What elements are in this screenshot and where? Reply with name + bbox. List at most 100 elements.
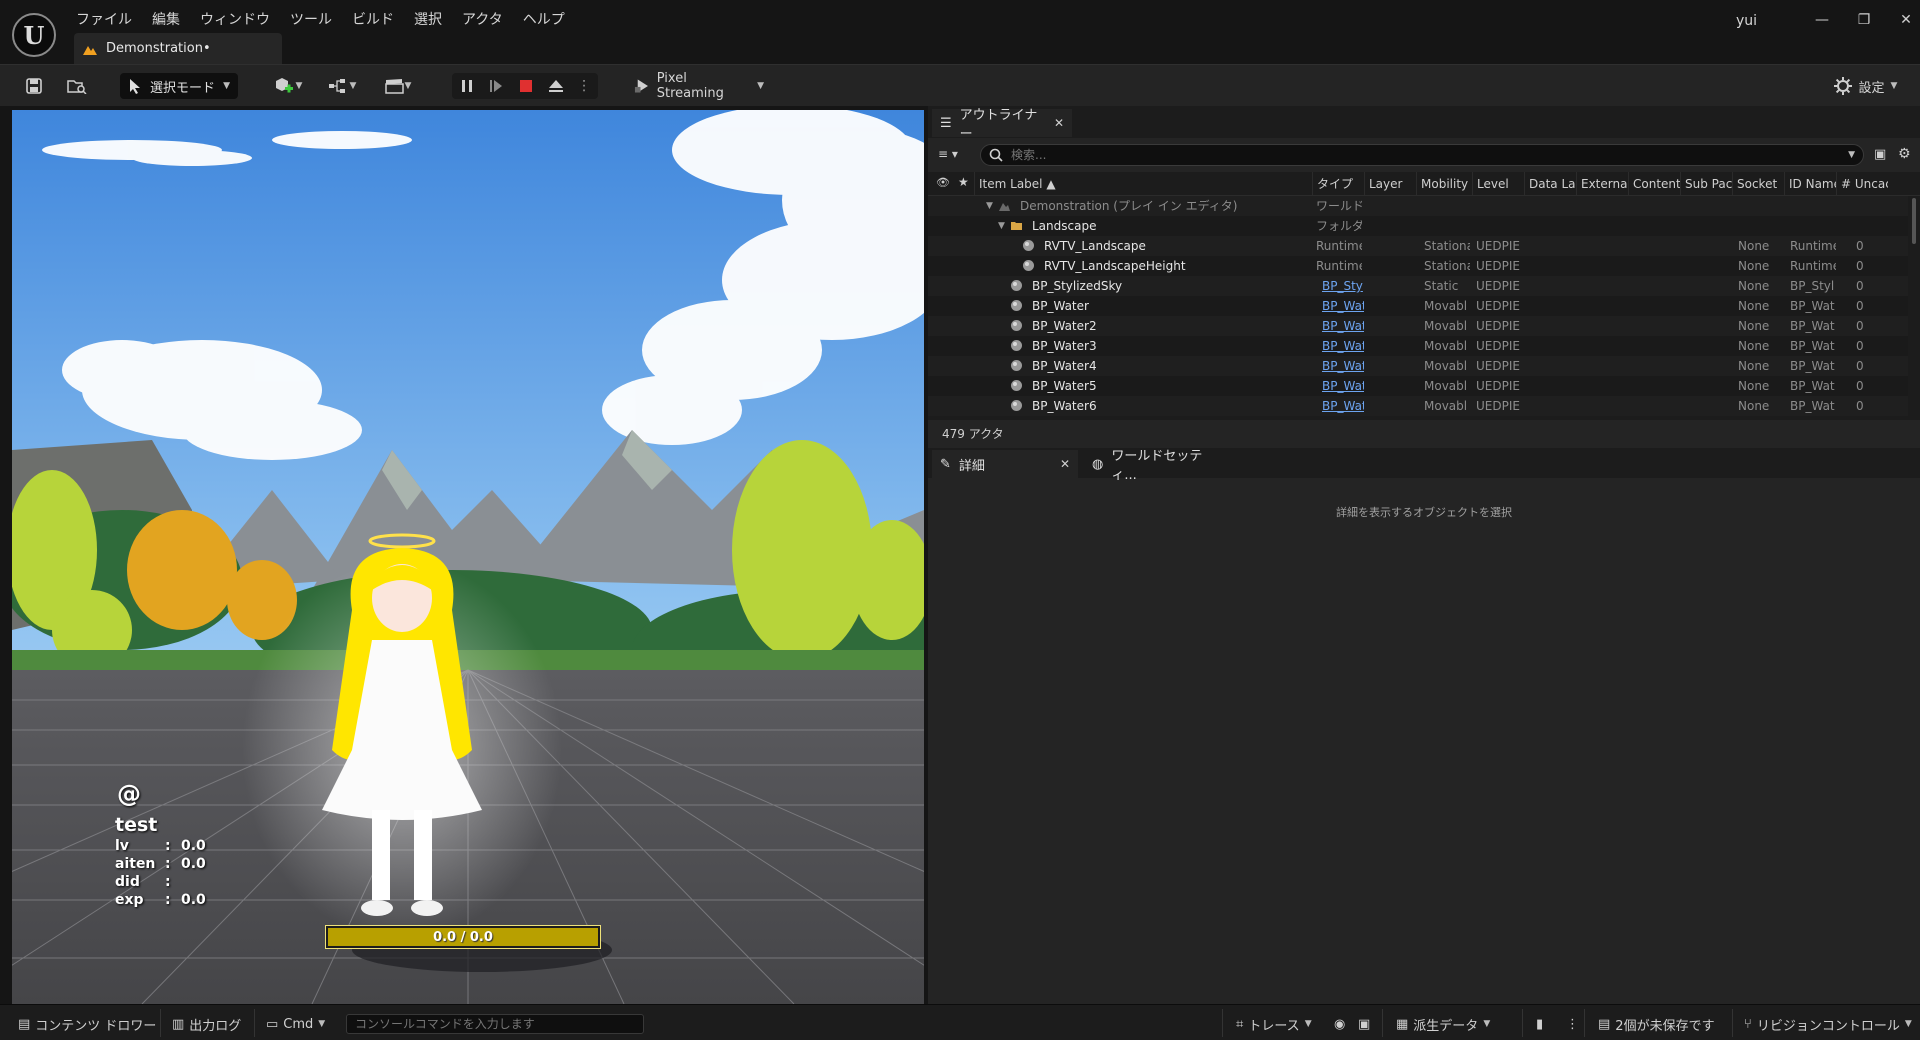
- column-layer[interactable]: Layer: [1364, 172, 1416, 196]
- level-viewport[interactable]: @ test lv : 0.0 aiten : 0.0 did : exp : …: [12, 110, 924, 1004]
- more-options-icon[interactable]: ⋮: [1566, 1013, 1579, 1035]
- outliner-row[interactable]: ▼ Demonstration (プレイ イン エディタ) ワールド: [928, 196, 1908, 216]
- close-button[interactable]: ✕: [1892, 8, 1920, 32]
- column-socket[interactable]: Socket: [1732, 172, 1784, 196]
- add-folder-icon[interactable]: ▣: [1874, 147, 1886, 162]
- cmd-dropdown[interactable]: ▭ Cmd ▼: [266, 1013, 325, 1035]
- outliner-search-input[interactable]: [1011, 148, 1831, 162]
- trace-dropdown[interactable]: ⌗ トレース ▼: [1236, 1013, 1312, 1035]
- column-uncached[interactable]: # Uncac: [1836, 172, 1888, 196]
- row-uncached: 0: [1856, 379, 1864, 393]
- record-icon[interactable]: ◉: [1334, 1013, 1345, 1035]
- unreal-logo-icon[interactable]: U: [12, 13, 56, 57]
- add-actor-button[interactable]: ▼: [268, 73, 308, 99]
- outliner-row[interactable]: RVTV_Landscape Runtime Stationa UEDPIE N…: [928, 236, 1908, 256]
- close-icon[interactable]: ✕: [1054, 116, 1064, 130]
- revision-control-dropdown[interactable]: ⑂ リビジョンコントロール ▼: [1744, 1013, 1912, 1035]
- content-drawer-button[interactable]: ▤ コンテンツ ドロワー: [18, 1013, 156, 1035]
- menu-file[interactable]: ファイル: [66, 9, 142, 31]
- details-tab[interactable]: ✎ 詳細 ✕: [932, 450, 1078, 478]
- row-type-link[interactable]: BP_Wat: [1322, 356, 1364, 376]
- hud-key: lv: [115, 838, 129, 854]
- blueprint-button[interactable]: ▼: [322, 73, 362, 99]
- tree-expand-icon[interactable]: ▼: [986, 196, 993, 216]
- screenshot-icon[interactable]: ▣: [1358, 1013, 1370, 1035]
- outliner-row[interactable]: BP_Water2 BP_Wat Movabl UEDPIE None BP_W…: [928, 316, 1908, 336]
- browse-button[interactable]: [64, 73, 90, 99]
- output-log-button[interactable]: ▥ 出力ログ: [172, 1013, 241, 1035]
- menu-help[interactable]: ヘルプ: [513, 9, 575, 31]
- row-type-link[interactable]: BP_Wat: [1322, 336, 1364, 356]
- outliner-tab[interactable]: ☰ アウトライナー ✕: [932, 108, 1072, 142]
- menu-select[interactable]: 選択: [404, 9, 452, 31]
- outliner-scrollbar[interactable]: [1912, 198, 1916, 244]
- outliner-settings-icon[interactable]: ⚙: [1898, 146, 1911, 162]
- menu-edit[interactable]: 編集: [142, 9, 190, 31]
- unsaved-icon: ▤: [1598, 1016, 1611, 1032]
- menu-window[interactable]: ウィンドウ: [190, 9, 280, 31]
- document-tab[interactable]: Demonstration•: [74, 33, 282, 64]
- title-bar: U ファイル 編集 ウィンドウ ツール ビルド 選択 アクタ ヘルプ Demon…: [0, 0, 1920, 64]
- chevron-down-icon[interactable]: ▼: [1848, 150, 1855, 160]
- row-type-link[interactable]: BP_Wat: [1322, 316, 1364, 336]
- pixel-streaming-dropdown[interactable]: Pixel Streaming ▼: [634, 71, 764, 101]
- chevron-down-icon: ▼: [757, 81, 764, 91]
- row-type-link[interactable]: BP_Sty: [1322, 276, 1364, 296]
- row-mobility: Movabl: [1424, 379, 1468, 393]
- frame-skip-icon[interactable]: [488, 78, 504, 94]
- column-item-label[interactable]: Item Label ▲: [974, 172, 1240, 196]
- column-external[interactable]: External: [1576, 172, 1628, 196]
- folder-search-icon: [67, 80, 87, 94]
- save-button[interactable]: [22, 73, 46, 99]
- row-type-link[interactable]: BP_Wat: [1322, 376, 1364, 396]
- row-type-link[interactable]: BP_Wat: [1322, 296, 1364, 316]
- stats-icon[interactable]: ▮: [1536, 1013, 1543, 1035]
- world-settings-tab[interactable]: ◍ ワールドセッティ...: [1084, 449, 1214, 483]
- outliner-row[interactable]: BP_Water4 BP_Wat Movabl UEDPIE None BP_W…: [928, 356, 1908, 376]
- visibility-eye-icon[interactable]: 👁: [936, 176, 950, 189]
- menu-build[interactable]: ビルド: [342, 9, 404, 31]
- derived-data-dropdown[interactable]: ▦ 派生データ ▼: [1396, 1013, 1490, 1035]
- outliner-row[interactable]: BP_Water3 BP_Wat Movabl UEDPIE None BP_W…: [928, 336, 1908, 356]
- minimize-button[interactable]: —: [1808, 8, 1836, 32]
- chevron-down-icon: ▼: [1904, 1019, 1912, 1029]
- column-level[interactable]: Level: [1472, 172, 1524, 196]
- row-type-link[interactable]: BP_Wat: [1322, 396, 1364, 416]
- column-content[interactable]: Content: [1628, 172, 1680, 196]
- mode-select-dropdown[interactable]: 選択モード ▼: [120, 73, 238, 99]
- outliner-row[interactable]: BP_Water5 BP_Wat Movabl UEDPIE None BP_W…: [928, 376, 1908, 396]
- column-sub-package[interactable]: Sub Pac: [1680, 172, 1732, 196]
- hud-row-lv: lv : 0.0: [115, 838, 206, 854]
- restore-button[interactable]: ❐: [1850, 8, 1878, 32]
- divider: [1732, 1009, 1733, 1037]
- outliner-row[interactable]: BP_StylizedSky BP_Sty Static UEDPIE None…: [928, 276, 1908, 296]
- column-id-name[interactable]: ID Name: [1784, 172, 1836, 196]
- outliner-row[interactable]: BP_Water BP_Wat Movabl UEDPIE None BP_Wa…: [928, 296, 1908, 316]
- cinematics-button[interactable]: ▼: [378, 73, 418, 99]
- eject-icon[interactable]: [548, 78, 564, 94]
- console-command-input[interactable]: [346, 1014, 644, 1034]
- tree-expand-icon[interactable]: ▼: [998, 216, 1005, 236]
- row-id-name: BP_Wat: [1790, 359, 1835, 373]
- more-options-icon[interactable]: ⋮: [577, 78, 591, 94]
- outliner-row[interactable]: ▼ Landscape フォルダ: [928, 216, 1908, 236]
- outliner-row[interactable]: BP_Water6 BP_Wat Movabl UEDPIE None BP_W…: [928, 396, 1908, 416]
- row-uncached: 0: [1856, 359, 1864, 373]
- close-icon[interactable]: ✕: [1060, 457, 1070, 471]
- actor-sphere-icon: [1011, 280, 1022, 291]
- outliner-row[interactable]: RVTV_LandscapeHeight Runtime Stationa UE…: [928, 256, 1908, 276]
- row-mobility: Movabl: [1424, 299, 1468, 313]
- world-icon: [999, 203, 1010, 211]
- pause-icon[interactable]: [459, 78, 475, 94]
- settings-button[interactable]: 設定 ▼: [1828, 73, 1902, 99]
- menu-actor[interactable]: アクタ: [452, 9, 513, 31]
- column-data-layer[interactable]: Data Lay: [1524, 172, 1576, 196]
- chevron-down-icon: ▼: [295, 81, 303, 91]
- unsaved-button[interactable]: ▤ 2個が未保存です: [1598, 1013, 1715, 1035]
- column-type[interactable]: タイプ: [1312, 172, 1364, 196]
- stop-icon[interactable]: [518, 78, 534, 94]
- menu-tools[interactable]: ツール: [280, 9, 342, 31]
- filter-icon[interactable]: ≡ ▾: [938, 147, 958, 161]
- pin-star-icon[interactable]: ★: [958, 175, 969, 189]
- column-mobility[interactable]: Mobility: [1416, 172, 1472, 196]
